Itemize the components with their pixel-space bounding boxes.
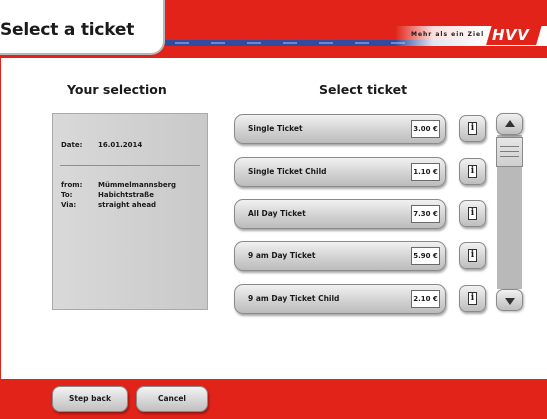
info-icon: i [468, 292, 477, 305]
info-icon: i [468, 249, 477, 262]
scroll-thumb[interactable] [496, 137, 523, 167]
ticket-button-9am-day-child[interactable]: 9 am Day Ticket Child 2.10 € [234, 284, 446, 314]
page-title: Select a ticket [0, 20, 135, 40]
header-stripe-pattern [175, 42, 405, 44]
chevron-down-icon [505, 298, 515, 305]
from-value: Mümmelmannsberg [98, 181, 177, 189]
slogan-text: Mehr als ein Ziel [411, 31, 485, 38]
scroll-down-button[interactable] [496, 289, 523, 311]
ticket-button-single-child[interactable]: Single Ticket Child 1.10 € [234, 157, 446, 187]
logo-text: HVV [492, 26, 530, 44]
info-button-all-day[interactable]: i [459, 200, 486, 227]
ticket-name: Single Ticket Child [248, 167, 327, 176]
scroll-up-button[interactable] [496, 113, 523, 135]
info-icon: i [468, 207, 477, 220]
ticket-button-all-day[interactable]: All Day Ticket 7.30 € [234, 199, 446, 229]
ticket-name: Single Ticket [248, 124, 303, 133]
ticket-name: 9 am Day Ticket Child [248, 294, 340, 303]
cancel-button[interactable]: Cancel [136, 386, 208, 412]
info-button-single-child[interactable]: i [459, 158, 486, 185]
date-value: 16.01.2014 [98, 141, 143, 149]
info-button-9am-day[interactable]: i [459, 242, 486, 269]
selection-summary-panel: Date: 16.01.2014 from: Mümmelmannsberg T… [52, 113, 208, 310]
summary-divider [60, 165, 200, 166]
grip-line [500, 151, 519, 152]
date-label: Date: [61, 141, 83, 149]
info-button-9am-day-child[interactable]: i [459, 285, 486, 312]
ticket-price: 5.90 € [411, 247, 440, 265]
chevron-up-icon [505, 120, 515, 127]
to-value: Habichtstraße [98, 191, 154, 199]
ticket-list-scrollbar[interactable] [496, 113, 523, 311]
via-value: straight ahead [98, 201, 157, 209]
info-icon: i [468, 122, 477, 135]
hvv-logo: HVV [483, 25, 543, 45]
ticket-price: 1.10 € [411, 163, 440, 181]
title-tab: Select a ticket [0, 0, 165, 55]
ticket-price: 2.10 € [411, 290, 440, 308]
your-selection-heading: Your selection [67, 82, 167, 97]
frame-border [0, 58, 1, 379]
grip-line [500, 156, 519, 157]
info-button-single[interactable]: i [459, 115, 486, 142]
via-label: Via: [61, 201, 77, 209]
ticket-name: 9 am Day Ticket [248, 251, 316, 260]
ticket-name: All Day Ticket [248, 209, 306, 218]
info-icon: i [468, 165, 477, 178]
step-back-button[interactable]: Step back [52, 386, 128, 412]
to-label: To: [61, 191, 73, 199]
grip-line [500, 146, 519, 147]
select-ticket-heading: Select ticket [319, 82, 408, 97]
ticket-button-single[interactable]: Single Ticket 3.00 € [234, 114, 446, 144]
ticket-price: 7.30 € [411, 205, 440, 223]
from-label: from: [61, 181, 83, 189]
ticket-button-9am-day[interactable]: 9 am Day Ticket 5.90 € [234, 241, 446, 271]
ticket-price: 3.00 € [411, 120, 440, 138]
